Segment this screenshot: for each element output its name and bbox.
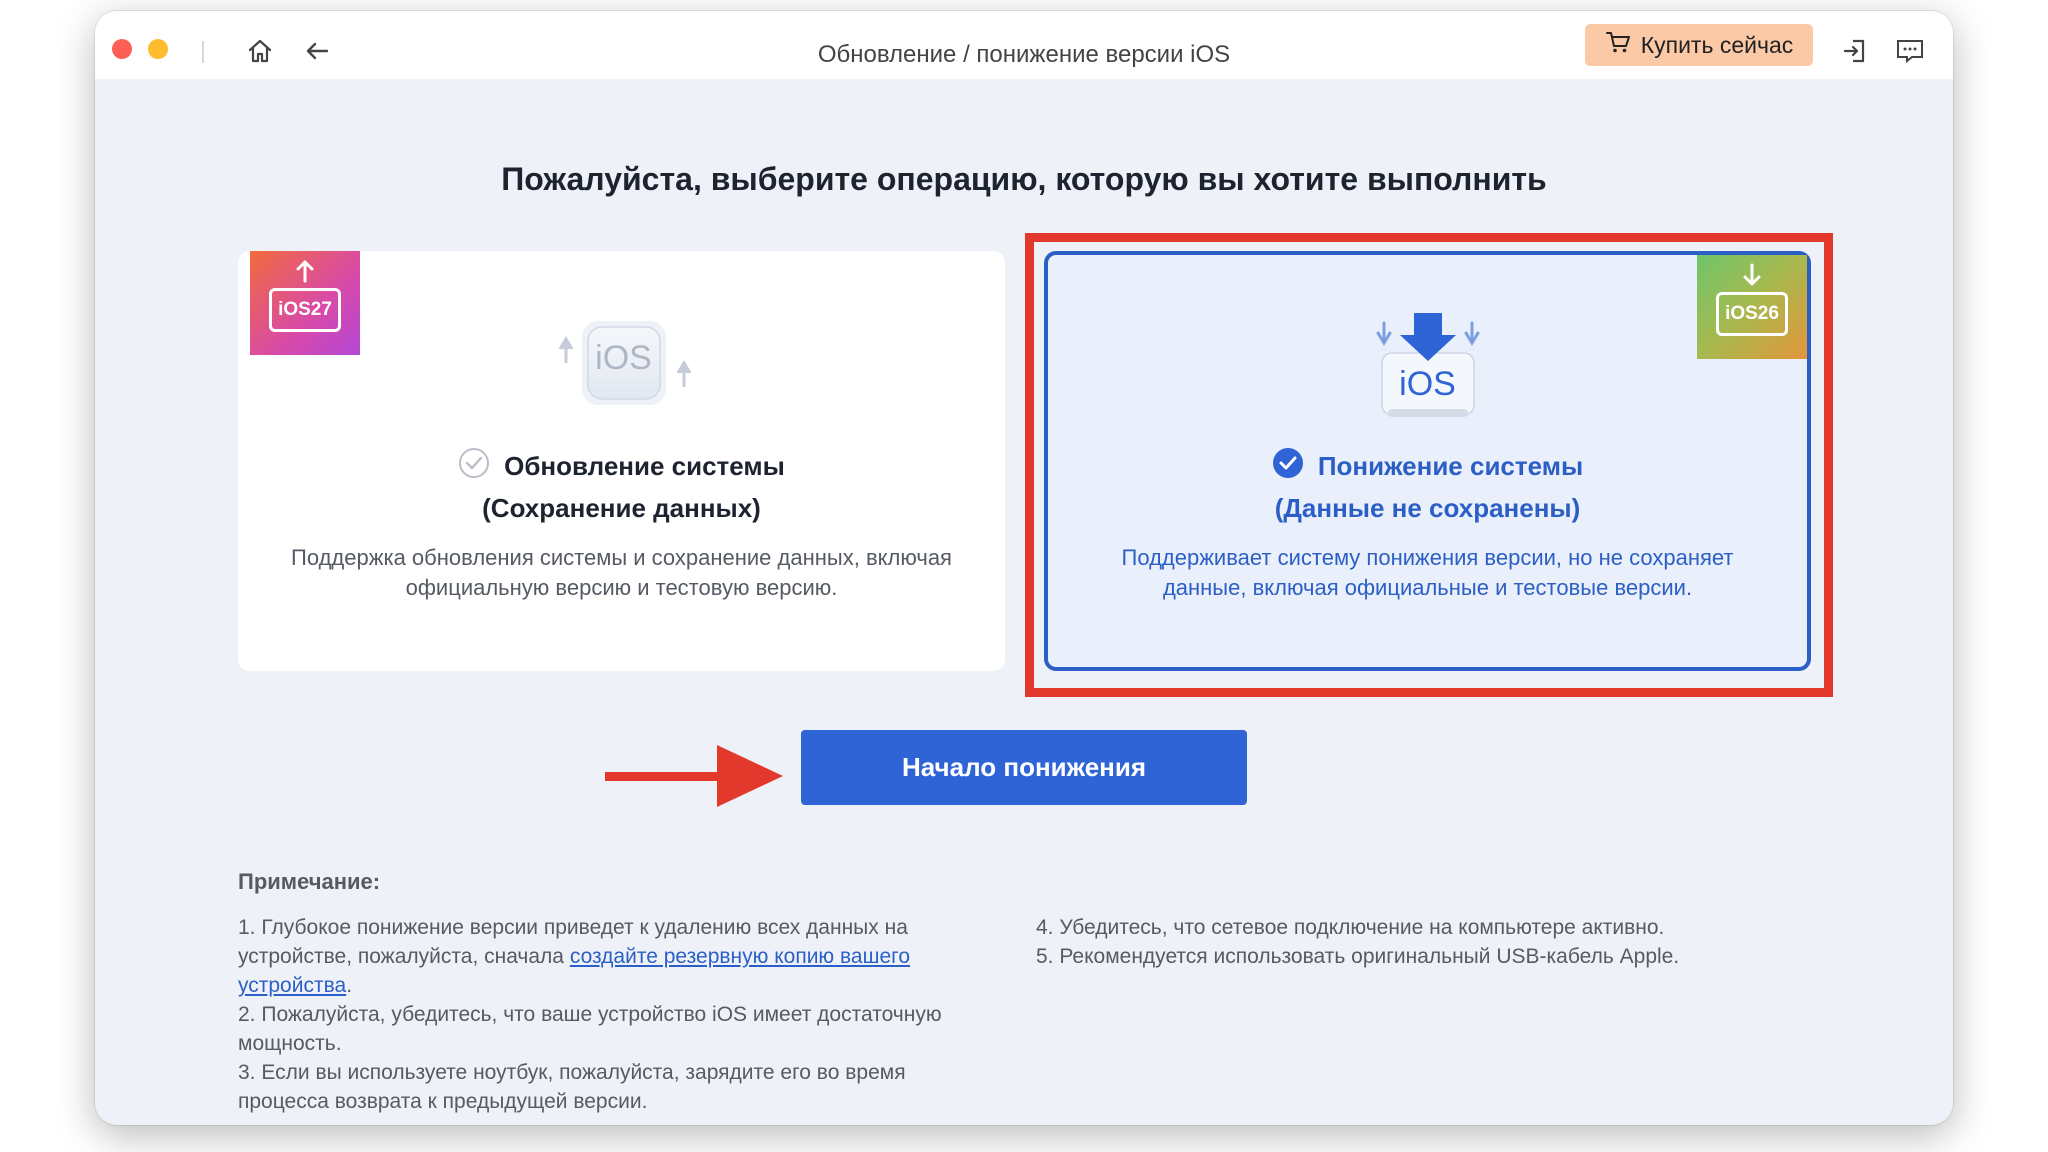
note-item-1: 1. Глубокое понижение версии приведет к … bbox=[238, 916, 911, 997]
upload-arrow-icon bbox=[296, 260, 314, 283]
checked-circle-icon bbox=[1272, 447, 1304, 486]
red-pointer-arrow-icon bbox=[605, 745, 785, 812]
downgrade-option-title-row: Понижение системы bbox=[1048, 447, 1807, 486]
note-item-5: 5. Рекомендуется использовать оригинальн… bbox=[1036, 945, 1680, 968]
notes-left-column: 1. Глубокое понижение версии приведет к … bbox=[238, 913, 998, 1116]
start-downgrade-button[interactable]: Начало понижения bbox=[801, 730, 1247, 805]
note-item-4: 4. Убедитесь, что сетевое подключение на… bbox=[1036, 916, 1665, 939]
ios-downgrade-icon: iOS bbox=[1348, 305, 1508, 440]
download-arrow-icon bbox=[1743, 263, 1761, 286]
upgrade-option-title-row: Обновление системы bbox=[238, 447, 1005, 486]
notes-right-column: 4. Убедитесь, что сетевое подключение на… bbox=[1036, 913, 1796, 971]
downgrade-option-subtitle: (Данные не сохранены) bbox=[1274, 493, 1581, 523]
title-bar: Обновление / понижение версии iOS Купить… bbox=[95, 11, 1953, 79]
downgrade-option-description: Поддерживает систему понижения версии, н… bbox=[1121, 545, 1734, 600]
buy-now-button[interactable]: Купить сейчас bbox=[1585, 24, 1813, 66]
feedback-icon[interactable] bbox=[1892, 33, 1928, 69]
upgrade-option-card[interactable]: iOS27 iOS Обновление системы (Сохранение… bbox=[238, 251, 1005, 671]
downgrade-option-title: Понижение системы bbox=[1317, 451, 1584, 481]
ios27-badge: iOS27 bbox=[250, 251, 360, 355]
upgrade-option-subtitle: (Сохранение данных) bbox=[482, 493, 761, 523]
ios27-badge-label: iOS27 bbox=[269, 288, 341, 332]
notes-title: Примечание: bbox=[238, 869, 381, 894]
ios-downgrade-icon-label: iOS bbox=[1399, 365, 1456, 403]
cart-icon bbox=[1605, 30, 1631, 60]
ios-upgrade-icon: iOS bbox=[542, 301, 702, 436]
sign-in-icon[interactable] bbox=[1837, 33, 1873, 69]
buy-now-label: Купить сейчас bbox=[1640, 31, 1794, 58]
ios26-badge: iOS26 bbox=[1697, 255, 1807, 359]
unchecked-circle-icon bbox=[458, 447, 490, 486]
page-heading: Пожалуйста, выберите операцию, которую в… bbox=[501, 161, 1547, 197]
ios26-badge-label: iOS26 bbox=[1716, 292, 1788, 336]
note-item-3: 3. Если вы используете ноутбук, пожалуйс… bbox=[238, 1061, 906, 1113]
upgrade-option-description: Поддержка обновления системы и сохранени… bbox=[291, 545, 952, 600]
ios-upgrade-icon-label: iOS bbox=[595, 339, 652, 377]
downgrade-option-card[interactable]: iOS26 iOS Понижение системы (Данные не с… bbox=[1044, 251, 1811, 671]
note-item-2: 2. Пожалуйста, убедитесь, что ваше устро… bbox=[238, 1003, 942, 1055]
app-window: Обновление / понижение версии iOS Купить… bbox=[95, 11, 1953, 1125]
upgrade-option-title: Обновление системы bbox=[504, 451, 785, 481]
